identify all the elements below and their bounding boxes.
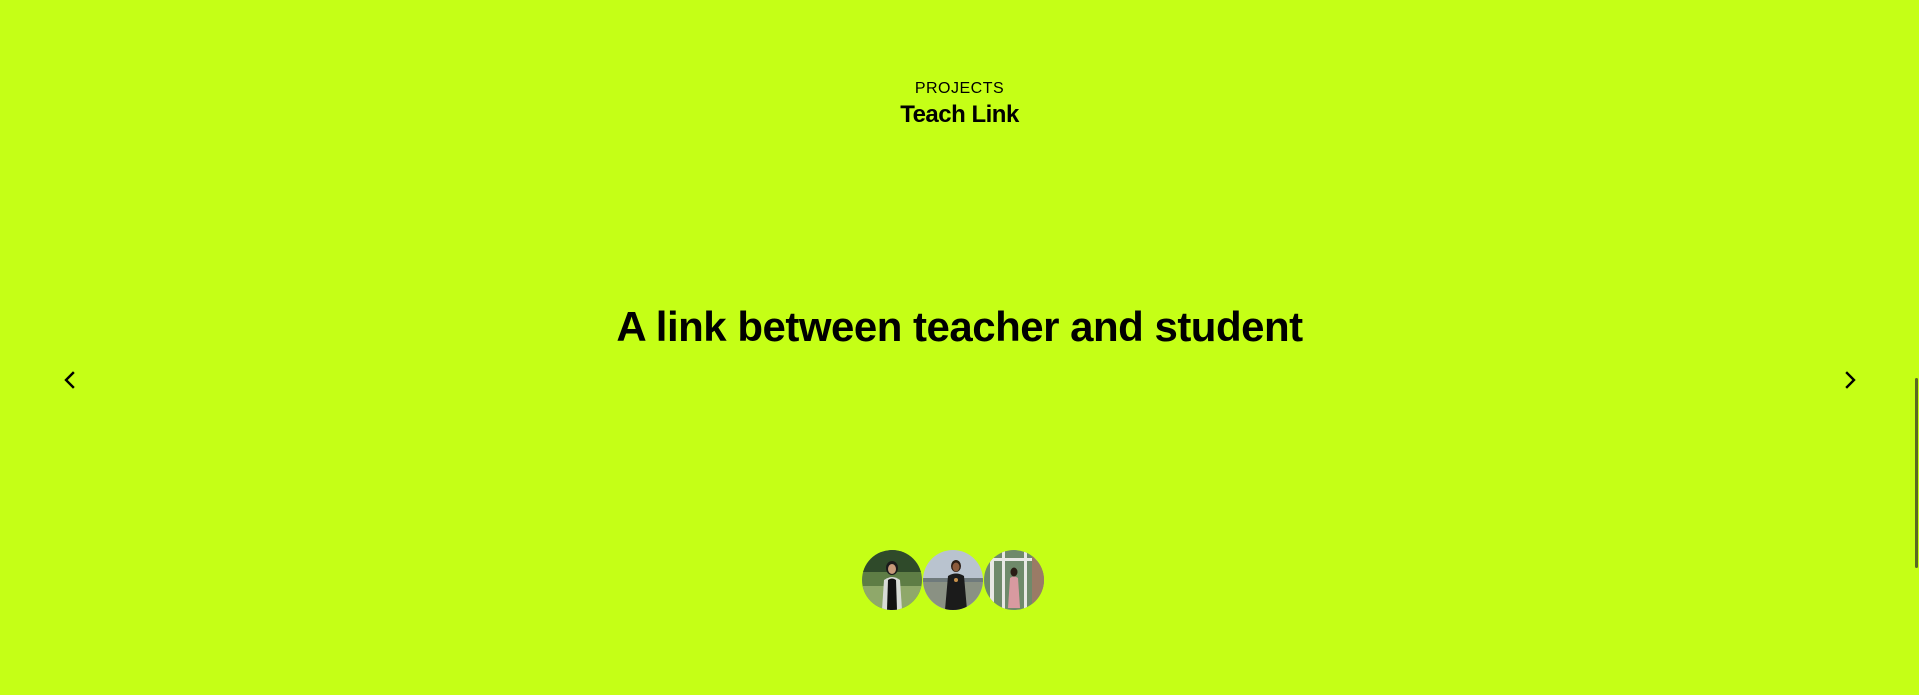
chevron-left-icon bbox=[64, 371, 75, 389]
carousel-prev-button[interactable] bbox=[56, 366, 84, 394]
carousel-next-button[interactable] bbox=[1836, 366, 1864, 394]
avatar[interactable] bbox=[984, 550, 1044, 610]
avatar[interactable] bbox=[923, 550, 983, 610]
project-title: Teach Link bbox=[900, 101, 1019, 128]
avatar[interactable] bbox=[862, 550, 922, 610]
page-scrollbar[interactable] bbox=[1915, 378, 1918, 568]
projects-section: PROJECTS Teach Link A link between teach… bbox=[0, 0, 1919, 695]
slide-headline: A link between teacher and student bbox=[616, 303, 1303, 350]
section-eyebrow: PROJECTS bbox=[914, 80, 1005, 97]
team-avatars bbox=[862, 550, 1046, 610]
chevron-right-icon bbox=[1845, 371, 1856, 389]
